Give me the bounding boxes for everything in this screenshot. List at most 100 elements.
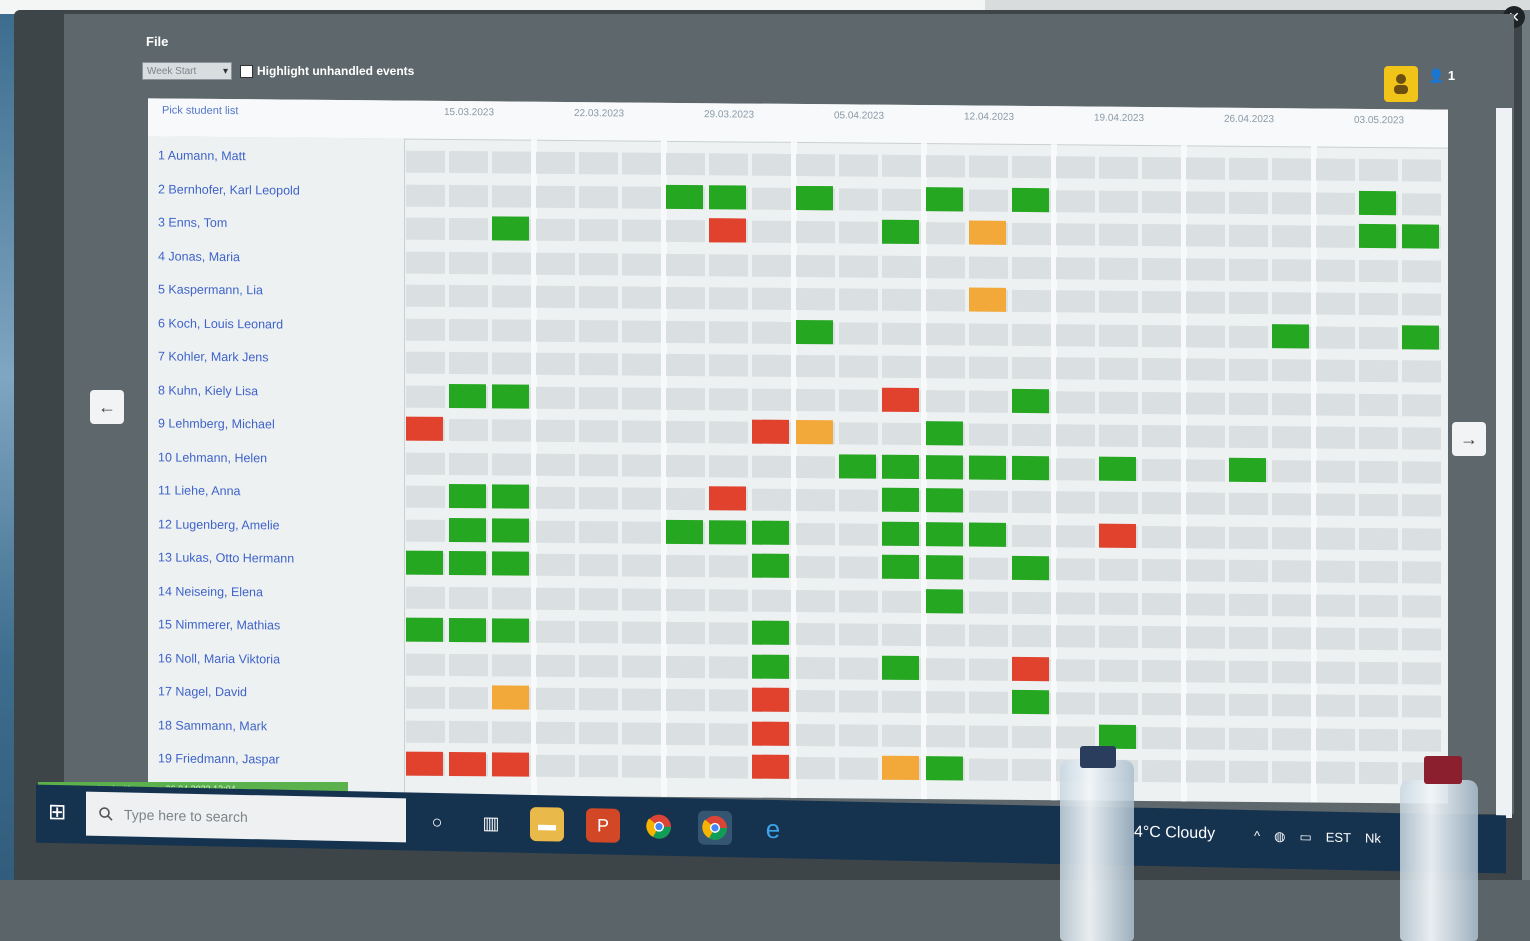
timeslot-cell[interactable] <box>536 285 575 309</box>
timeslot-cell[interactable] <box>796 689 835 713</box>
timeslot-cell[interactable] <box>1142 257 1181 280</box>
timeslot-cell[interactable] <box>1186 391 1225 415</box>
cortana-icon[interactable]: ○ <box>420 805 454 840</box>
timeslot-cell[interactable] <box>1359 158 1398 182</box>
timeslot-cell[interactable] <box>1272 459 1311 482</box>
timeslot-cell[interactable] <box>1272 493 1311 516</box>
timeslot-cell[interactable] <box>969 322 1008 346</box>
timeslot-cell[interactable] <box>1099 223 1138 246</box>
timeslot-cell[interactable] <box>579 453 618 476</box>
timeslot-cell[interactable] <box>1056 725 1095 749</box>
red-event-block[interactable] <box>406 751 443 776</box>
timeslot-cell[interactable] <box>796 756 835 780</box>
timeslot-cell[interactable] <box>796 354 835 378</box>
timeslot-cell[interactable] <box>709 722 748 746</box>
timeslot-cell[interactable] <box>536 185 575 208</box>
timeslot-cell[interactable] <box>666 487 705 511</box>
timeslot-cell[interactable] <box>406 452 445 475</box>
timeslot-cell[interactable] <box>1359 393 1398 416</box>
student-name[interactable]: 5 Kaspermann, Lia <box>158 282 263 297</box>
timeslot-cell[interactable] <box>1272 258 1311 281</box>
red-event-block[interactable] <box>882 387 919 412</box>
timeslot-cell[interactable] <box>1186 525 1225 549</box>
timeslot-cell[interactable] <box>492 720 531 744</box>
timeslot-cell[interactable] <box>1142 190 1181 213</box>
timeslot-cell[interactable] <box>1359 694 1398 718</box>
timeslot-cell[interactable] <box>969 490 1008 513</box>
green-event-block[interactable] <box>969 521 1006 547</box>
green-event-block[interactable] <box>709 519 746 545</box>
red-event-block[interactable] <box>449 751 486 777</box>
timeslot-cell[interactable] <box>406 184 445 207</box>
timeslot-cell[interactable] <box>1056 457 1095 481</box>
timeslot-cell[interactable] <box>1012 423 1051 447</box>
green-event-block[interactable] <box>926 555 963 580</box>
timeslot-cell[interactable] <box>796 555 835 579</box>
timeslot-cell[interactable] <box>926 155 965 178</box>
green-event-block[interactable] <box>492 618 529 643</box>
timeslot-cell[interactable] <box>1316 493 1355 516</box>
timeslot-cell[interactable] <box>969 657 1008 681</box>
timeslot-cell[interactable] <box>1229 693 1268 717</box>
timeslot-cell[interactable] <box>839 656 878 680</box>
orange-event-block[interactable] <box>796 419 833 445</box>
timeslot-cell[interactable] <box>1229 191 1268 214</box>
timeslot-cell[interactable] <box>969 188 1008 212</box>
timeslot-cell[interactable] <box>622 487 661 510</box>
green-event-block[interactable] <box>839 453 876 479</box>
timeslot-cell[interactable] <box>666 420 705 444</box>
timeslot-cell[interactable] <box>666 722 705 745</box>
timeslot-cell[interactable] <box>1359 661 1398 684</box>
timeslot-cell[interactable] <box>406 385 445 408</box>
windows-start-icon[interactable]: ⊞ <box>48 799 76 828</box>
green-event-block[interactable] <box>796 319 833 344</box>
timeslot-cell[interactable] <box>449 452 488 475</box>
timeslot-cell[interactable] <box>666 454 705 477</box>
timeslot-cell[interactable] <box>796 455 835 478</box>
timeslot-cell[interactable] <box>1142 224 1181 247</box>
timeslot-cell[interactable] <box>1186 626 1225 649</box>
green-event-block[interactable] <box>1229 457 1266 482</box>
timeslot-cell[interactable] <box>406 217 445 240</box>
green-event-block[interactable] <box>666 184 703 209</box>
timeslot-cell[interactable] <box>1012 524 1051 547</box>
timeslot-cell[interactable] <box>1272 761 1311 784</box>
timeslot-cell[interactable] <box>1272 426 1311 449</box>
timeslot-cell[interactable] <box>579 755 618 778</box>
student-name[interactable]: 12 Lugenberg, Amelie <box>158 517 280 532</box>
timeslot-cell[interactable] <box>1056 491 1095 514</box>
green-event-block[interactable] <box>1012 187 1049 212</box>
timeslot-cell[interactable] <box>969 724 1008 748</box>
timeslot-cell[interactable] <box>449 251 488 274</box>
timeslot-cell[interactable] <box>536 721 575 744</box>
timeslot-cell[interactable] <box>969 356 1008 379</box>
timeslot-cell[interactable] <box>666 253 705 276</box>
red-event-block[interactable] <box>752 419 789 444</box>
timeslot-cell[interactable] <box>622 621 661 644</box>
green-event-block[interactable] <box>1402 224 1439 249</box>
timeslot-cell[interactable] <box>406 653 445 676</box>
timeslot-cell[interactable] <box>1012 323 1051 346</box>
timeslot-cell[interactable] <box>709 320 748 344</box>
timeslot-cell[interactable] <box>1316 627 1355 650</box>
timeslot-cell[interactable] <box>1099 190 1138 213</box>
timeslot-cell[interactable] <box>1316 158 1355 181</box>
green-event-block[interactable] <box>709 184 746 210</box>
timeslot-cell[interactable] <box>492 653 531 677</box>
timeslot-cell[interactable] <box>882 690 921 714</box>
timeslot-cell[interactable] <box>1186 257 1225 281</box>
timeslot-cell[interactable] <box>1359 728 1398 751</box>
timeslot-cell[interactable] <box>536 218 575 242</box>
timeslot-cell[interactable] <box>1099 156 1138 179</box>
green-event-block[interactable] <box>752 620 789 645</box>
timeslot-cell[interactable] <box>882 188 921 211</box>
timeslot-cell[interactable] <box>1229 258 1268 281</box>
timeslot-cell[interactable] <box>579 386 618 409</box>
timeslot-cell[interactable] <box>666 219 705 243</box>
timeslot-cell[interactable] <box>449 184 488 207</box>
timeslot-cell[interactable] <box>449 150 488 174</box>
timeslot-cell[interactable] <box>1359 493 1398 517</box>
timeslot-cell[interactable] <box>622 420 661 443</box>
arrow-left-icon[interactable]: ← <box>90 390 124 424</box>
timeslot-cell[interactable] <box>666 387 705 410</box>
